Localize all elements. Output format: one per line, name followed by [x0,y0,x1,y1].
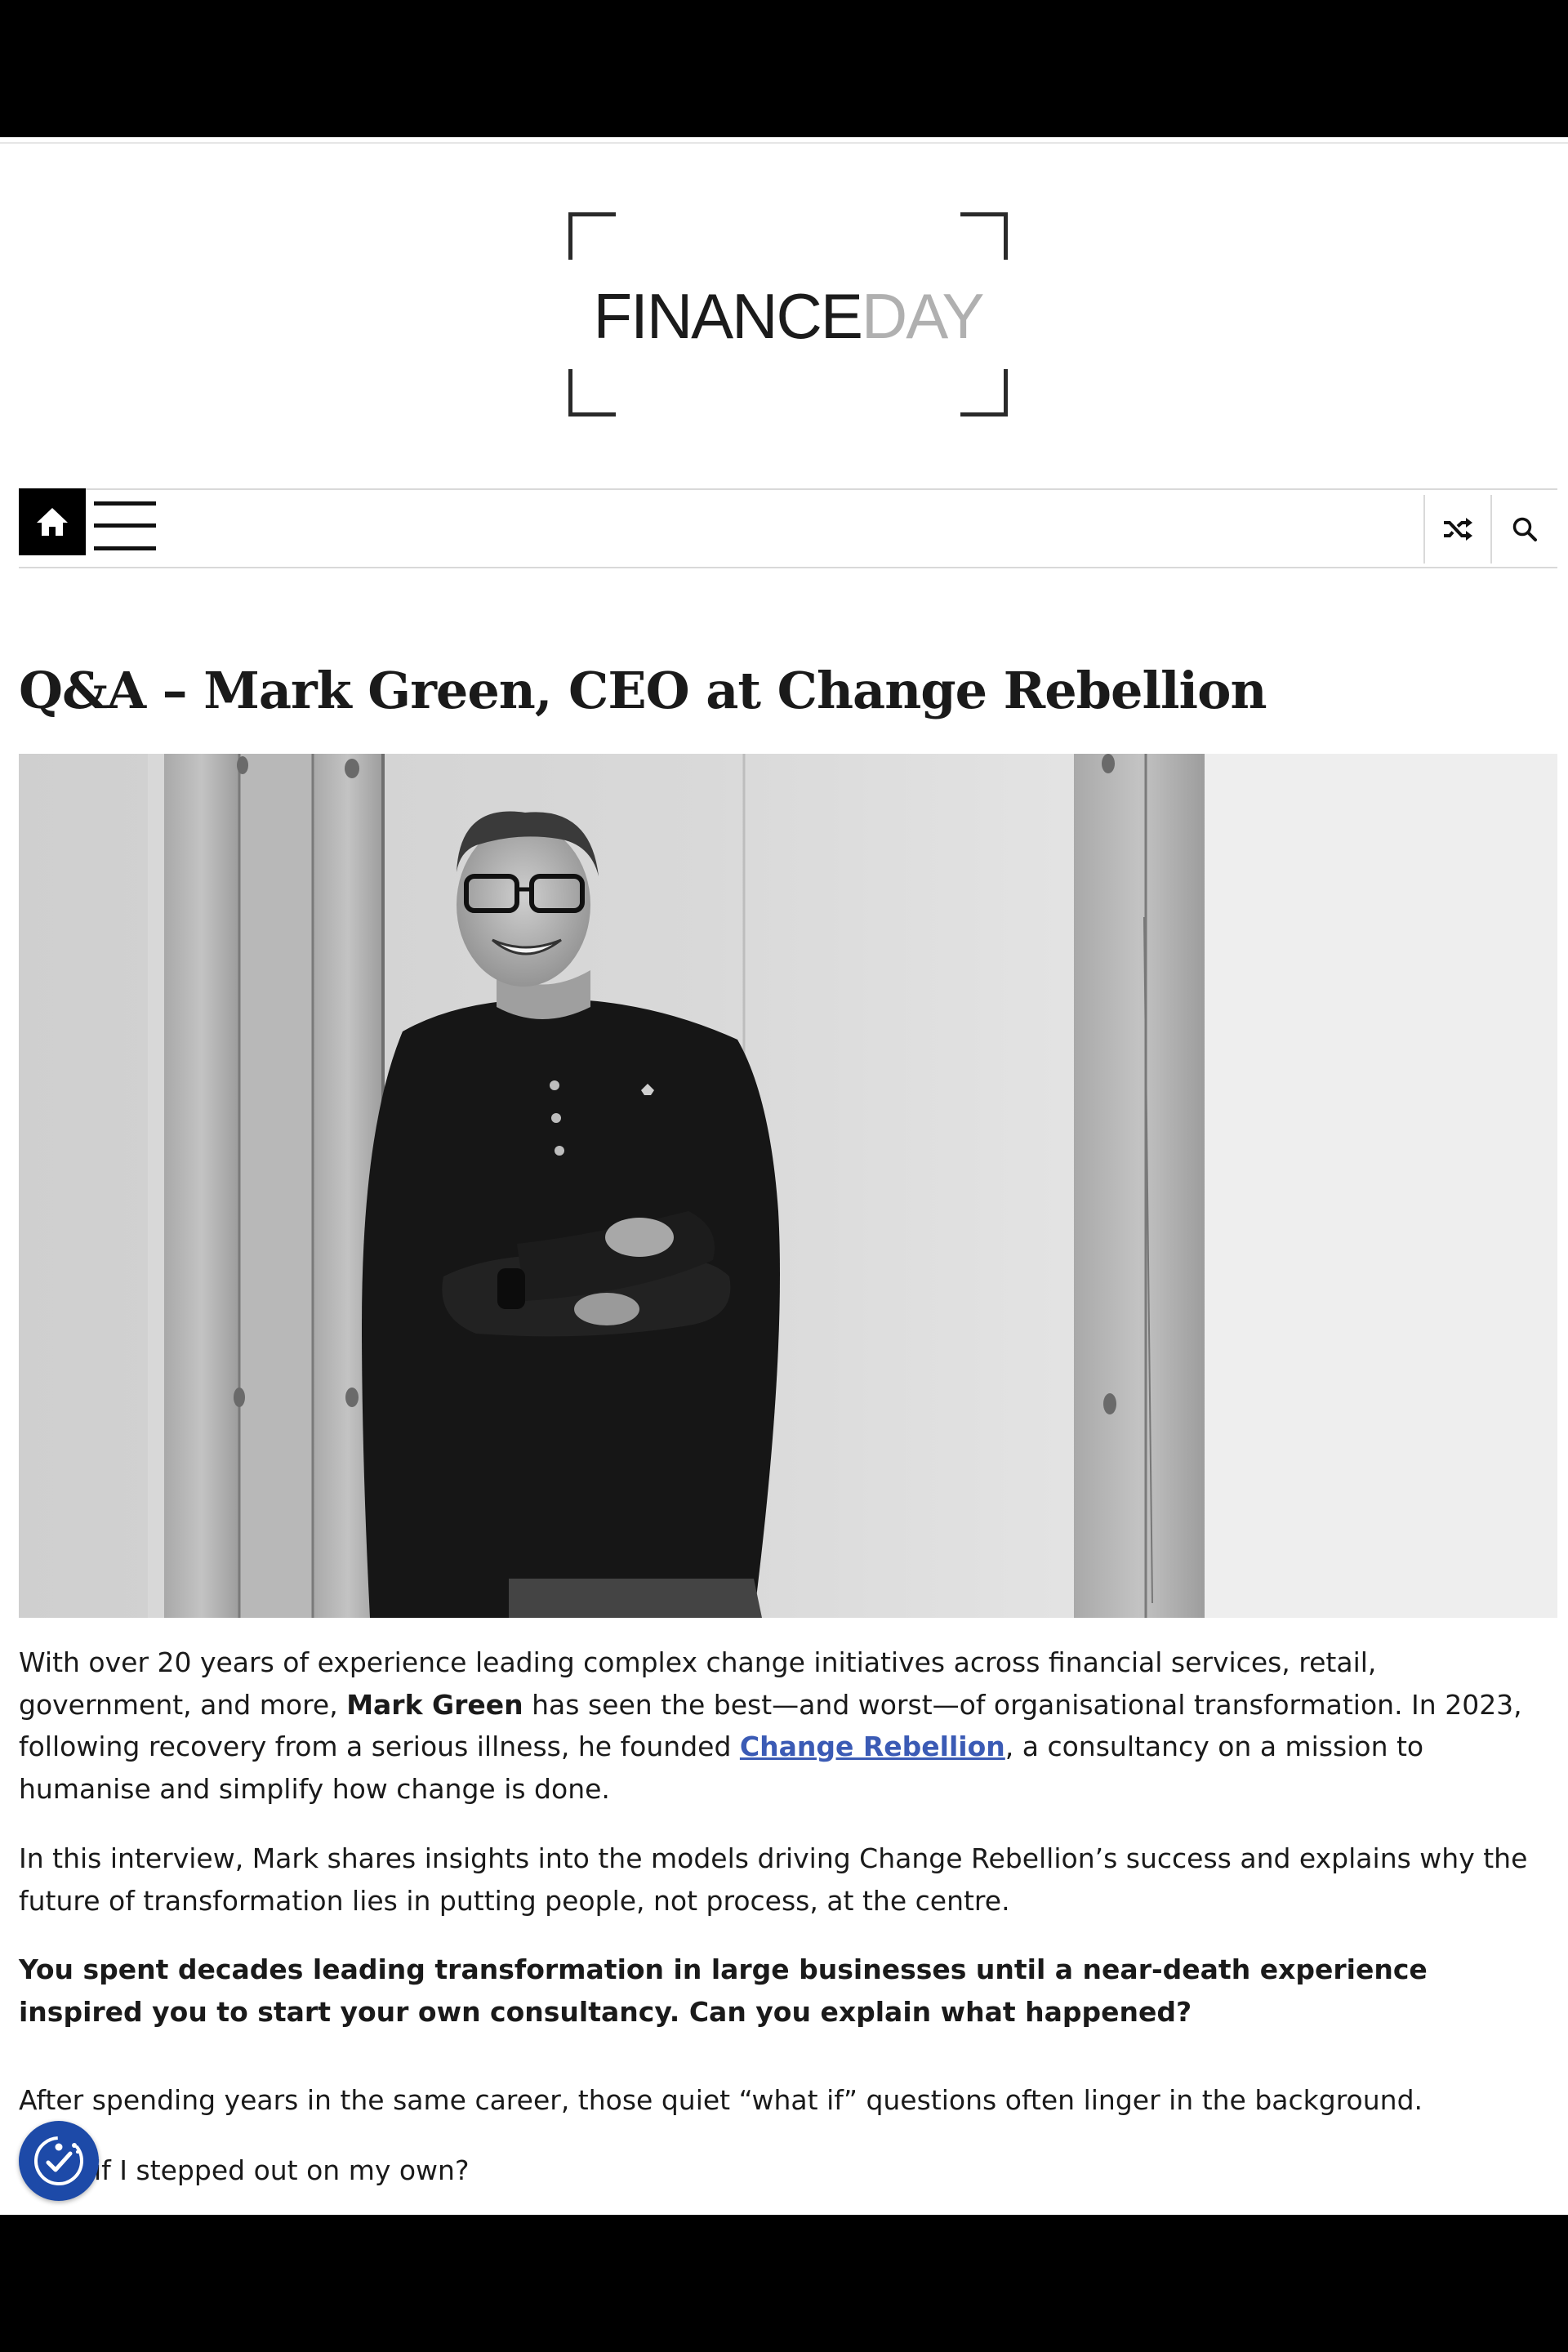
logo-wordmark: FINANCEDAY [539,279,1037,353]
intro-paragraph: With over 20 years of experience leading… [19,1642,1557,1810]
logo-corner [568,369,616,416]
change-rebellion-link[interactable]: Change Rebellion [740,1731,1005,1762]
portrait-photo [19,754,1557,1618]
answer-paragraph: if I stepped out on my own? [94,2154,470,2186]
logo-text-finance: FINANCE [593,280,863,352]
person-name: Mark Green [346,1688,523,1721]
hamburger-menu-icon[interactable] [94,501,156,550]
nav-actions [1423,495,1557,564]
logo-corner [960,212,1008,260]
accessibility-icon [34,2136,83,2185]
page: FINANCEDAY Q&A – Mark Green, CEO at Chan… [0,137,1568,2215]
article-title: Q&A – Mark Green, CEO at Change Rebellio… [19,661,1267,720]
main-nav [19,488,1557,568]
logo-text-day: DAY [861,280,985,352]
home-button[interactable] [19,488,86,555]
search-button[interactable] [1490,495,1557,564]
hero-image [19,754,1557,1618]
accessibility-button[interactable] [19,2121,99,2201]
bottom-black-bar [0,2215,1568,2352]
answer-paragraph: After spending years in the same career,… [19,2084,1423,2116]
home-icon [37,508,68,536]
logo-corner [568,212,616,260]
summary-paragraph: In this interview, Mark shares insights … [19,1842,1528,1917]
random-article-button[interactable] [1423,495,1490,564]
divider [0,142,1568,144]
top-black-bar [0,0,1568,137]
question-heading: You spent decades leading transformation… [19,1953,1428,2028]
shuffle-icon [1444,518,1472,541]
search-icon [1512,517,1537,541]
logo-corner [960,369,1008,416]
site-logo[interactable]: FINANCEDAY [539,212,1037,416]
